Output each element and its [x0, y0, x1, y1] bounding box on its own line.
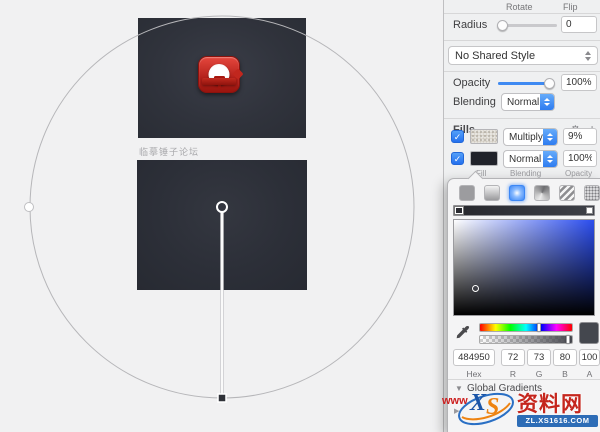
- fill-type-radial-gradient-icon[interactable]: [509, 185, 525, 201]
- fill1-blend-value: Multiply: [504, 132, 543, 143]
- fill2-blend-value: Normal: [504, 154, 543, 165]
- alpha-label: A: [579, 369, 600, 379]
- radius-value-field[interactable]: [561, 16, 597, 33]
- current-color-swatch[interactable]: [579, 322, 599, 344]
- watermark-logo: www X S 资料网 ZL.XS1616.COM: [440, 386, 600, 432]
- red-input[interactable]: [501, 349, 525, 366]
- gradient-edge-handle[interactable]: [218, 394, 226, 402]
- divider: [444, 40, 600, 41]
- green-label: G: [527, 369, 551, 379]
- fill1-opacity-field[interactable]: [563, 128, 597, 145]
- radius-label: Radius: [453, 19, 487, 31]
- green-input[interactable]: [527, 349, 551, 366]
- gradient-width-handle[interactable]: [25, 203, 34, 212]
- fill-type-angular-gradient-icon[interactable]: [534, 185, 550, 201]
- fill1-swatch[interactable]: [470, 129, 498, 144]
- watermark-x-letter: X: [470, 390, 486, 417]
- shared-style-value: No Shared Style: [455, 50, 535, 62]
- color-picker-cursor[interactable]: [472, 285, 479, 292]
- red-label: R: [501, 369, 525, 379]
- opacity-value-field[interactable]: [561, 74, 597, 91]
- blue-label: B: [553, 369, 577, 379]
- blending-value: Normal: [502, 97, 540, 108]
- watermark-s-letter: S: [486, 394, 499, 421]
- fill-type-solid-icon[interactable]: [459, 185, 475, 201]
- opacity-slider-fill: [498, 82, 550, 85]
- fill1-blend-select[interactable]: Multiply: [503, 128, 558, 146]
- alpha-slider-marker[interactable]: [566, 335, 570, 344]
- shared-style-select[interactable]: No Shared Style: [448, 46, 598, 65]
- fill2-enabled-checkbox[interactable]: ✓: [451, 152, 464, 165]
- eyedropper-icon[interactable]: [454, 322, 472, 344]
- stepper-icon[interactable]: [540, 94, 554, 110]
- alpha-slider[interactable]: [479, 335, 573, 344]
- opacity-slider-knob[interactable]: [544, 78, 555, 89]
- stepper-icon[interactable]: [543, 129, 557, 145]
- saturation-brightness-field[interactable]: [453, 219, 595, 316]
- fill-type-pattern-icon[interactable]: [559, 185, 575, 201]
- fill1-enabled-checkbox[interactable]: ✓: [451, 130, 464, 143]
- fill2-swatch[interactable]: [470, 151, 498, 166]
- alpha-input[interactable]: [579, 349, 600, 366]
- stepper-icon[interactable]: [543, 151, 557, 167]
- hex-input[interactable]: [453, 349, 495, 366]
- design-canvas[interactable]: 临摹锤子论坛: [0, 0, 443, 432]
- divider: [448, 379, 600, 380]
- rotate-label: Rotate: [506, 2, 533, 12]
- divider: [444, 118, 600, 119]
- updown-chevrons-icon: [585, 51, 591, 61]
- fill2-blend-select[interactable]: Normal: [503, 150, 558, 168]
- fill-type-noise-icon[interactable]: [584, 185, 600, 201]
- radius-slider[interactable]: [501, 24, 557, 27]
- gradient-stops-bar[interactable]: [453, 205, 595, 216]
- divider: [444, 71, 600, 72]
- fill2-opacity-field[interactable]: [563, 150, 597, 167]
- fill-type-linear-gradient-icon[interactable]: [484, 185, 500, 201]
- watermark-domain: ZL.XS1616.COM: [517, 415, 598, 427]
- gradient-center-handle[interactable]: [217, 202, 227, 212]
- hex-label: Hex: [453, 369, 495, 379]
- gradient-stop-end[interactable]: [586, 207, 593, 214]
- hue-slider[interactable]: [479, 323, 573, 332]
- blue-input[interactable]: [553, 349, 577, 366]
- blending-column-label: Blending: [510, 169, 541, 178]
- hue-slider-marker[interactable]: [537, 323, 541, 332]
- blending-select[interactable]: Normal: [501, 93, 555, 111]
- gradient-edit-overlay: [0, 0, 443, 432]
- gradient-stop-start[interactable]: [455, 207, 463, 214]
- opacity-column-label: Opacity: [565, 169, 592, 178]
- divider: [444, 13, 600, 14]
- radius-slider-knob[interactable]: [497, 20, 508, 31]
- flip-label: Flip: [563, 2, 578, 12]
- blending-label: Blending: [453, 96, 496, 108]
- watermark-title: 资料网: [517, 388, 583, 418]
- opacity-label: Opacity: [453, 77, 490, 89]
